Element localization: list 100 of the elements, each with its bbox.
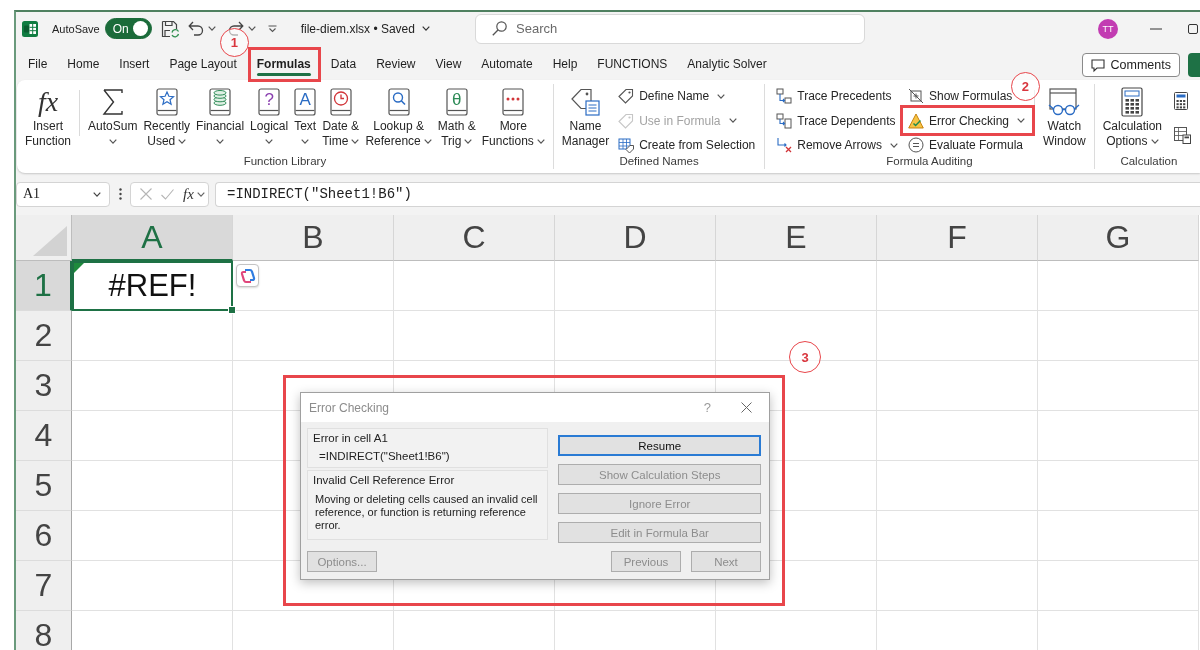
row-header[interactable]: 6 — [16, 511, 72, 561]
search-icon — [492, 21, 507, 36]
ribbon-tab[interactable]: Page Layout — [169, 57, 237, 77]
formula-text: =INDIRECT("Sheet1!B6") — [319, 450, 451, 462]
ribbon-button[interactable]: More Functions — [479, 84, 547, 149]
ribbon-button[interactable]: Recently Used — [141, 84, 193, 149]
caret-icon — [536, 139, 545, 144]
user-avatar[interactable]: TT — [1098, 18, 1118, 39]
undo-icon[interactable] — [187, 21, 204, 36]
function-icon: fx — [37, 88, 59, 116]
maximize-icon[interactable] — [1188, 23, 1198, 34]
ribbon-button[interactable]: Trace Dependents — [773, 112, 899, 129]
ribbon-button[interactable]: Create from Selection — [615, 137, 759, 153]
formula-input[interactable]: =INDIRECT("Sheet1!B6") — [215, 181, 1200, 207]
cell-value: #REF! — [108, 268, 197, 304]
row-header[interactable]: 5 — [16, 461, 72, 511]
document-title[interactable]: file-diem.xlsx • Saved — [300, 21, 430, 36]
ribbon-tab[interactable]: Review — [376, 57, 416, 77]
ribbon-tab[interactable]: Analytic Solver — [687, 57, 767, 77]
ribbon-button[interactable]: Error Checking — [904, 112, 1028, 129]
caret-icon — [717, 93, 726, 99]
ribbon-tab[interactable]: Help — [552, 57, 578, 77]
search-field[interactable]: Search — [475, 13, 865, 44]
customize-icon[interactable] — [267, 24, 277, 33]
column-header[interactable]: G — [1038, 215, 1199, 261]
ribbon-button[interactable]: fx Insert Function — [23, 84, 74, 149]
arrow-cross-icon — [776, 137, 793, 153]
row-header[interactable]: 2 — [16, 311, 72, 361]
swirl-icon — [240, 268, 255, 283]
check-icon[interactable] — [161, 188, 174, 200]
ribbon-tab[interactable]: Automate — [481, 57, 533, 77]
ribbon-button[interactable]: Date & Time — [320, 84, 362, 149]
arrow-boxes-icon — [776, 112, 793, 129]
caret-icon — [247, 26, 256, 31]
ribbon-tab[interactable]: Formulas — [256, 57, 311, 77]
assist-button[interactable] — [236, 264, 259, 287]
slashed-cell-icon — [907, 88, 924, 104]
column-header[interactable]: A — [72, 215, 233, 261]
caret-icon — [207, 26, 216, 31]
comments-button[interactable]: Comments — [1081, 53, 1180, 77]
column-header[interactable]: C — [394, 215, 555, 261]
table-tag-icon — [618, 137, 635, 153]
dialog-button[interactable]: Resume — [558, 435, 761, 456]
arrow-boxes-icon — [776, 88, 793, 104]
save-icon[interactable] — [160, 19, 180, 38]
comment-icon — [1090, 58, 1105, 72]
row-header[interactable]: 7 — [16, 561, 72, 611]
column-header[interactable]: F — [877, 215, 1038, 261]
vertical-dots-icon[interactable] — [119, 188, 122, 200]
column-header[interactable]: E — [716, 215, 877, 261]
spreadsheet-logo-icon — [22, 20, 38, 37]
minimize-icon[interactable] — [1150, 27, 1162, 30]
column-header[interactable]: B — [233, 215, 394, 261]
error-description: Moving or deleting cells caused an invalid cell reference, or function is returning reference error. — [315, 493, 539, 532]
ribbon-button[interactable]: θ Math & Trig — [435, 84, 478, 149]
magnifier-book-icon — [387, 88, 410, 116]
ribbon-button[interactable]: Evaluate Formula — [904, 137, 1026, 153]
warning-check-icon — [907, 112, 924, 129]
caret-icon — [93, 191, 101, 197]
close-icon[interactable] — [741, 402, 752, 413]
group-label: Formula Auditing — [886, 154, 973, 169]
fill-handle[interactable] — [228, 306, 236, 314]
row-header[interactable]: 8 — [16, 611, 72, 650]
calculator-icon — [1121, 87, 1144, 117]
dots-book-icon — [502, 88, 525, 116]
autosave-toggle[interactable]: On — [104, 18, 152, 39]
ribbon-button[interactable]: Calculation Options — [1100, 84, 1165, 149]
ribbon-button[interactable]: Financial — [194, 84, 247, 149]
calculator-icon[interactable] — [1174, 92, 1189, 110]
caret-icon — [728, 118, 737, 123]
ribbon-tab[interactable]: Data — [330, 57, 357, 77]
ribbon-tab[interactable]: Insert — [119, 57, 150, 77]
caret-icon — [196, 191, 205, 197]
ribbon-tab[interactable]: File — [28, 57, 48, 77]
name-box[interactable]: A1 — [16, 181, 110, 207]
sigma-icon — [101, 88, 124, 116]
ribbon-button[interactable]: Trace Precedents — [773, 88, 895, 104]
ribbon-tab[interactable]: Home — [67, 57, 100, 77]
ribbon-button[interactable]: Name Manager — [559, 84, 612, 149]
ribbon-button[interactable]: Define Name — [615, 88, 729, 104]
redo-icon[interactable] — [227, 21, 244, 36]
tag-icon — [618, 112, 635, 129]
ribbon-button[interactable]: Watch Window — [1041, 84, 1088, 149]
ribbon-tab[interactable]: View — [435, 57, 462, 77]
caret-icon — [108, 139, 117, 144]
caret-icon — [216, 139, 225, 144]
row-header[interactable]: 1 — [16, 261, 72, 311]
ribbon-button[interactable]: Remove Arrows — [773, 137, 901, 153]
column-header[interactable]: D — [555, 215, 716, 261]
ribbon-button[interactable]: ? Logical — [248, 84, 291, 149]
ribbon-button[interactable]: A Text — [292, 84, 319, 149]
sheet-calculator-icon[interactable] — [1174, 127, 1192, 144]
row-header[interactable]: 3 — [16, 361, 72, 411]
step-number: 1 — [219, 28, 249, 57]
ribbon-button[interactable]: AutoSum — [86, 84, 140, 149]
insert-function-button[interactable]: fx — [183, 185, 205, 203]
ribbon-button[interactable]: Lookup & Reference — [363, 84, 434, 149]
ribbon-tab[interactable]: FUNCTIONS — [597, 57, 668, 77]
caret-icon — [301, 139, 310, 144]
row-header[interactable]: 4 — [16, 411, 72, 461]
